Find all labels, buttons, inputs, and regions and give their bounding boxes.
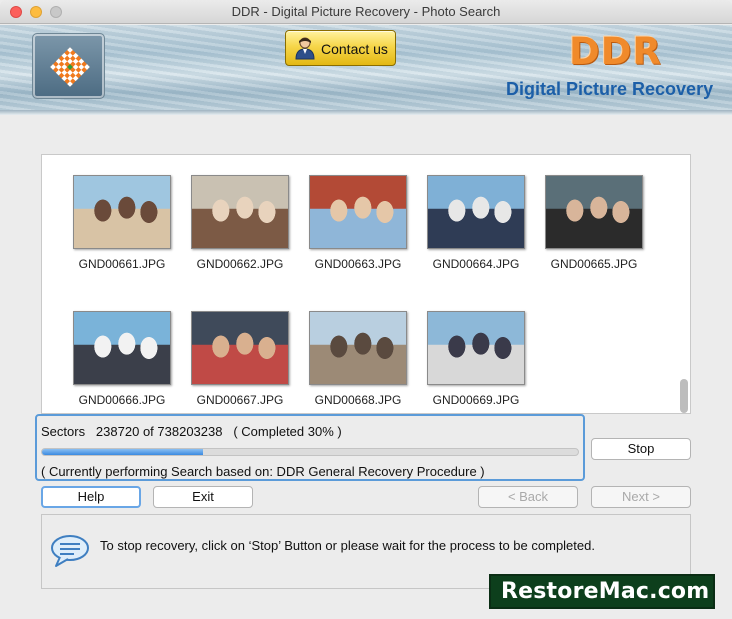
sectors-current: 238720 (95, 424, 140, 439)
photo-thumbnail[interactable]: GND00663.JPG (296, 175, 414, 285)
photo-filename: GND00665.JPG (550, 257, 638, 271)
photo-thumbnail[interactable]: GND00667.JPG (178, 311, 296, 413)
progress-bar-fill (42, 449, 203, 455)
sectors-readout: Sectors 238720 of 738203238 ( Completed … (41, 424, 342, 439)
sectors-of-label: of (142, 424, 154, 439)
speech-bubble-icon (51, 535, 89, 567)
next-button[interactable]: Next > (591, 486, 691, 508)
photo-thumbnail[interactable]: GND00669.JPG (414, 311, 532, 413)
photo-image[interactable] (191, 175, 289, 249)
help-button[interactable]: Help (41, 486, 141, 508)
contact-us-label: Contact us (321, 41, 388, 57)
app-window: DDR - Digital Picture Recovery - Photo S… (0, 0, 732, 619)
sectors-label: Sectors (41, 424, 86, 439)
back-button[interactable]: < Back (478, 486, 578, 508)
photo-thumbnail[interactable]: GND00664.JPG (414, 175, 532, 285)
photo-filename: GND00664.JPG (432, 257, 520, 271)
sectors-total: 738203238 (157, 424, 223, 439)
contact-us-button[interactable]: Contact us (285, 30, 396, 66)
stop-button[interactable]: Stop (591, 438, 691, 460)
photo-filename: GND00669.JPG (432, 393, 520, 407)
recovered-photo-gallery[interactable]: GND00661.JPG GND00662.JPG GND00663.JPG GND0… (41, 154, 691, 414)
photo-filename: GND00667.JPG (196, 393, 284, 407)
photo-filename: GND00661.JPG (78, 257, 166, 271)
photo-thumbnail[interactable]: GND00661.JPG (60, 175, 178, 285)
header-banner: Contact us DDR Digital Picture Recovery (0, 25, 732, 115)
support-person-icon (295, 37, 315, 60)
photo-image[interactable] (309, 175, 407, 249)
procedure-status-text: ( Currently performing Search based on: … (41, 464, 485, 479)
checkered-logo-icon (50, 47, 90, 87)
watermark-text: RestoreMac.com (501, 579, 710, 604)
photo-image[interactable] (191, 311, 289, 385)
photo-image[interactable] (73, 311, 171, 385)
photo-image[interactable] (427, 175, 525, 249)
app-logo (32, 33, 105, 99)
gallery-scrollbar[interactable] (680, 379, 688, 413)
info-message: To stop recovery, click on ‘Stop’ Button… (100, 538, 595, 553)
restoremac-watermark: RestoreMac.com (489, 574, 715, 609)
completed-percent-text: ( Completed 30% ) (233, 424, 342, 439)
photo-filename: GND00662.JPG (196, 257, 284, 271)
window-title: DDR - Digital Picture Recovery - Photo S… (231, 4, 501, 19)
title-bar: DDR - Digital Picture Recovery - Photo S… (0, 0, 732, 24)
photo-filename: GND00666.JPG (78, 393, 166, 407)
photo-thumbnail[interactable]: GND00666.JPG (60, 311, 178, 413)
photo-image[interactable] (545, 175, 643, 249)
progress-panel: Sectors 238720 of 738203238 ( Completed … (35, 414, 585, 481)
photo-image[interactable] (309, 311, 407, 385)
brand-logo-text: DDR (569, 30, 662, 73)
photo-image[interactable] (73, 175, 171, 249)
photo-filename: GND00668.JPG (314, 393, 402, 407)
exit-button[interactable]: Exit (153, 486, 253, 508)
photo-thumbnail[interactable]: GND00662.JPG (178, 175, 296, 285)
progress-bar (41, 448, 579, 456)
photo-thumbnail[interactable]: GND00665.JPG (532, 175, 650, 285)
photo-image[interactable] (427, 311, 525, 385)
photo-thumbnail[interactable]: GND00668.JPG (296, 311, 414, 413)
brand-subtitle: Digital Picture Recovery (506, 79, 714, 99)
photo-filename: GND00663.JPG (314, 257, 402, 271)
